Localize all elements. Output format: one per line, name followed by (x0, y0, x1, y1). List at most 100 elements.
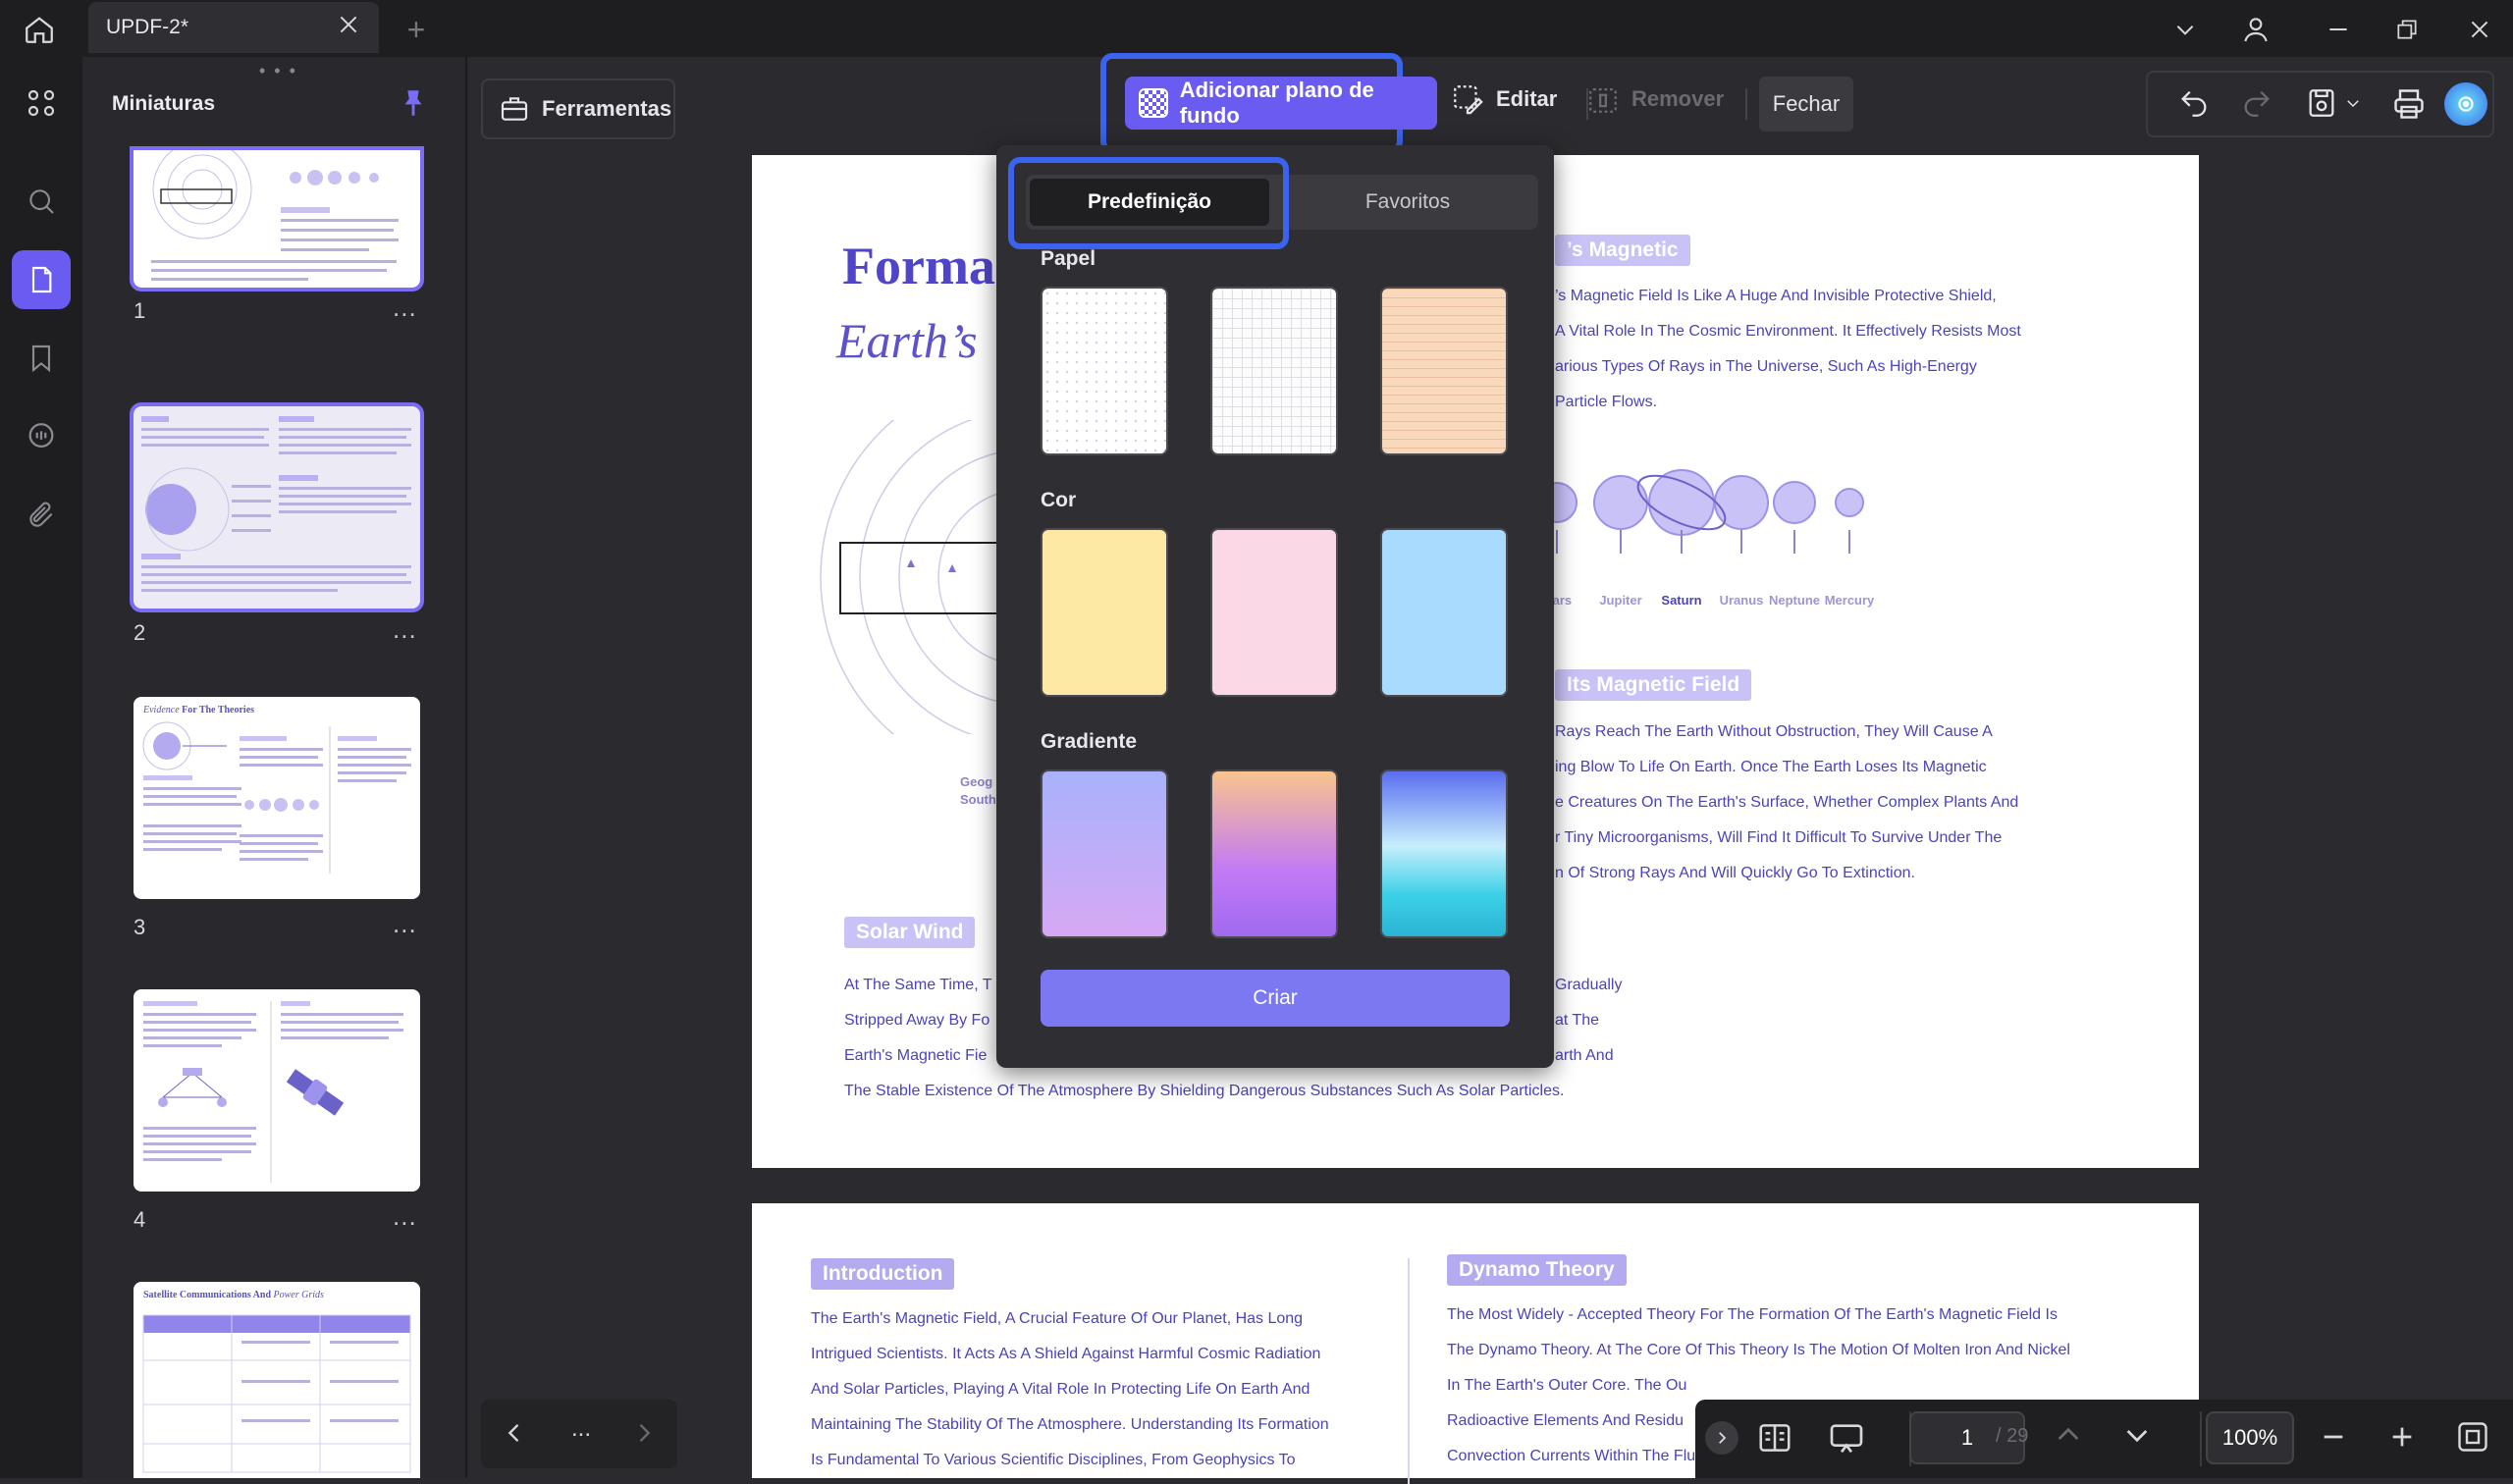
apps-grid-icon[interactable] (12, 74, 71, 132)
page-more-button-1[interactable]: ... (393, 292, 417, 323)
page-thumbnail-2[interactable] (130, 402, 424, 612)
tools-label: Ferramentas (542, 96, 672, 121)
zoom-in-icon[interactable] (2386, 1421, 2418, 1453)
thumbnail-nav-bar: ... (481, 1400, 677, 1468)
section-tag-field: Its Magnetic Field (1555, 669, 1752, 701)
more-options-button[interactable]: ... (571, 1415, 591, 1443)
next-page-icon[interactable] (2121, 1419, 2153, 1451)
highlight-preset-tab (1008, 157, 1289, 249)
planet-label: Mercury (1824, 593, 1875, 608)
text-line: ’s Magnetic Field Is Like A Huge And Inv… (1555, 288, 1997, 304)
fit-page-icon[interactable] (2455, 1419, 2490, 1455)
page-more-button-2[interactable]: ... (393, 614, 417, 645)
planet-saturn (1648, 469, 1715, 536)
text-line: arth And (1555, 1047, 1614, 1064)
close-button[interactable]: Fechar (1759, 77, 1853, 132)
presentation-icon[interactable] (1827, 1419, 1866, 1458)
edit-button[interactable]: Editar (1451, 82, 1557, 116)
text-line: n Of Strong Rays And Will Quickly Go To … (1555, 865, 1915, 881)
previous-page-icon[interactable] (2053, 1419, 2084, 1451)
pin-icon[interactable] (397, 86, 430, 120)
tab-title: UPDF-2* (106, 16, 189, 38)
edit-label: Editar (1496, 86, 1558, 111)
planet-label: Jupiter (1599, 593, 1642, 608)
print-icon[interactable] (2391, 86, 2427, 122)
intro-text: The Earth's Magnetic Field, A Crucial Fe… (811, 1301, 1329, 1478)
paper-lined-swatch[interactable] (1380, 287, 1508, 455)
search-icon[interactable] (12, 172, 71, 231)
page-thumbnail-4[interactable] (134, 989, 420, 1192)
save-options-chevron-icon[interactable] (2344, 94, 2362, 112)
minimize-icon[interactable] (2319, 10, 2358, 49)
page-thumbnail-1[interactable] (130, 146, 424, 292)
solar-text-right: Gradually at The arth And (1555, 968, 1622, 1074)
gradient-sunset-swatch[interactable] (1210, 769, 1338, 938)
page-thumbnail-3[interactable]: Evidence For The Theories (134, 697, 420, 899)
remove-button[interactable]: Remover (1586, 82, 1724, 116)
page-more-button-3[interactable]: ... (393, 909, 417, 939)
undo-icon[interactable] (2177, 86, 2211, 120)
close-window-icon[interactable] (2460, 10, 2499, 49)
background-preset-popup: Predefinição Favoritos Papel Cor Gradien… (996, 145, 1554, 1068)
new-tab-icon[interactable]: + (397, 10, 436, 49)
text-line: A Vital Role In The Cosmic Environment. … (1555, 323, 2021, 340)
expand-bar-icon[interactable] (1705, 1421, 1738, 1455)
zoom-out-icon[interactable] (2318, 1421, 2349, 1453)
magnetic-text: ’s Magnetic Field Is Like A Huge And Inv… (1555, 279, 2021, 420)
geo-label-1: Geog (960, 774, 993, 789)
redo-icon[interactable] (2240, 86, 2273, 120)
paper-dots-swatch[interactable] (1041, 287, 1168, 455)
text-line: Earth's Magnetic Fie (844, 1047, 988, 1064)
thumbnails-page-icon[interactable] (12, 250, 71, 309)
title-bar: UPDF-2* + (0, 0, 2513, 57)
solar-text-last: The Stable Existence Of The Atmosphere B… (844, 1083, 1565, 1099)
bookmark-icon[interactable] (12, 329, 71, 388)
page-status-bar: 1 / 29 100% (1695, 1400, 2513, 1478)
section-tag-introduction: Introduction (811, 1258, 955, 1290)
tab-favorites[interactable]: Favoritos (1281, 179, 1534, 226)
color-blue-swatch[interactable] (1380, 528, 1508, 697)
panel-resize-handle[interactable]: • • • (259, 61, 297, 81)
page-title: Forma (842, 237, 995, 295)
tools-button[interactable]: Ferramentas (481, 79, 675, 139)
page-subtitle: Earth’s (836, 313, 978, 368)
restore-icon[interactable] (2387, 10, 2427, 49)
chevron-left-icon[interactable] (501, 1419, 528, 1447)
document-tab[interactable]: UPDF-2* (88, 2, 379, 53)
thumb3-title: Evidence For The Theories (143, 705, 255, 716)
color-pink-swatch[interactable] (1210, 528, 1338, 697)
save-icon[interactable] (2305, 86, 2338, 120)
section-tag-solar: Solar Wind (844, 917, 976, 948)
home-icon[interactable] (20, 10, 59, 49)
left-rail (0, 57, 82, 1478)
thumbnail-panel: • • • Miniaturas 1 ... 2 ... Evidence Fo… (82, 57, 467, 1478)
gradient-ocean-swatch[interactable] (1380, 769, 1508, 938)
user-icon[interactable] (2236, 10, 2275, 49)
planet-label: Uranus (1719, 593, 1764, 608)
background-pattern-icon (1139, 88, 1168, 118)
page-number-3: 3 (134, 915, 146, 939)
text-line: At The Same Time, T (844, 977, 992, 993)
ai-assistant-icon[interactable] (2444, 82, 2487, 126)
chevron-right-icon[interactable] (630, 1419, 658, 1447)
paper-grid-swatch[interactable] (1210, 287, 1338, 455)
comment-icon[interactable] (12, 407, 71, 466)
zoom-input[interactable]: 100% (2206, 1411, 2294, 1464)
gradient-lavender-swatch[interactable] (1041, 769, 1168, 938)
toolbox-icon (501, 97, 528, 121)
page-thumbnail-5[interactable]: Satellite Communications And Power Grids (134, 1282, 420, 1478)
page-number-1: 1 (134, 298, 146, 323)
reading-mode-icon[interactable] (1756, 1419, 1793, 1457)
field-text: Rays Reach The Earth Without Obstruction… (1555, 715, 2018, 891)
remove-label: Remover (1631, 86, 1725, 111)
attachment-icon[interactable] (12, 486, 71, 545)
chevron-down-icon[interactable] (2165, 10, 2205, 49)
solar-text-left: At The Same Time, T Stripped Away By Fo … (844, 968, 992, 1074)
close-tab-icon[interactable] (336, 12, 361, 37)
planet-mercury (1835, 488, 1864, 517)
add-background-button[interactable]: Adicionar plano de fundo (1125, 77, 1437, 130)
page-more-button-4[interactable]: ... (393, 1201, 417, 1232)
color-yellow-swatch[interactable] (1041, 528, 1168, 697)
section-tag-magnetic: ’s Magnetic (1555, 235, 1690, 266)
create-button[interactable]: Criar (1041, 970, 1510, 1027)
